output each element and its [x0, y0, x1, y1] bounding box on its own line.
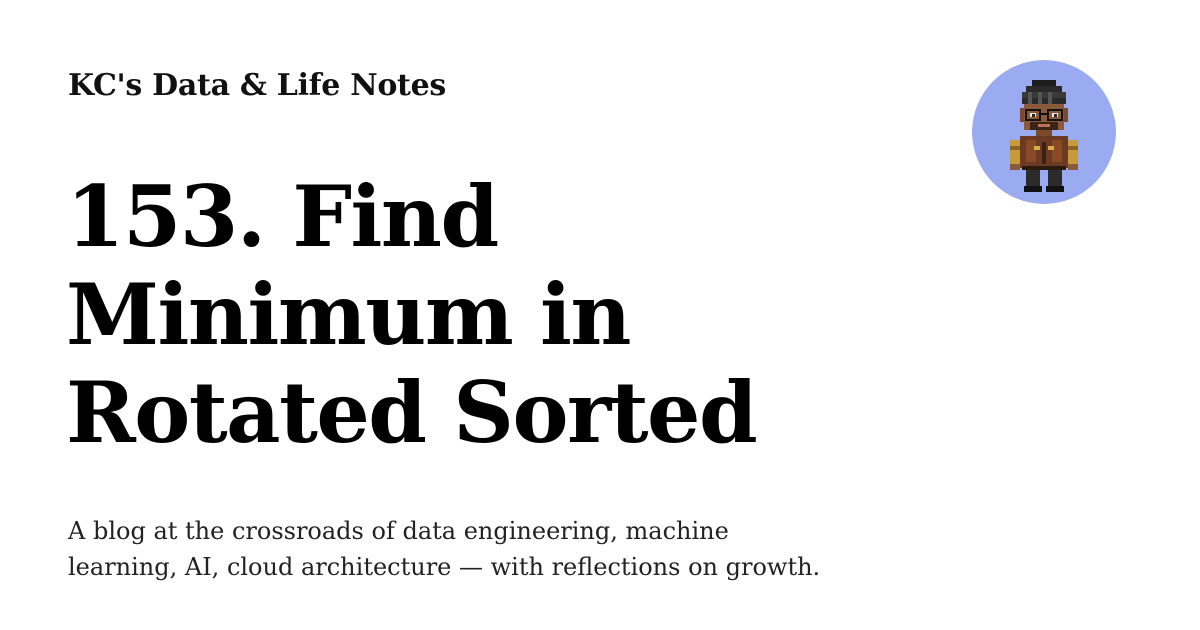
avatar: [972, 60, 1116, 204]
post-title: 153. Find Minimum in Rotated Sorted: [66, 168, 826, 462]
post-title-line: 153. Find: [66, 167, 499, 266]
blog-description-line: learning, AI, cloud architecture — with …: [68, 553, 821, 581]
blog-description: A blog at the crossroads of data enginee…: [68, 513, 928, 585]
post-title-line: Minimum in: [66, 265, 631, 364]
blog-description-line: A blog at the crossroads of data enginee…: [68, 517, 729, 545]
post-title-line: Rotated Sorted: [66, 363, 758, 462]
pixel-character-icon: [972, 60, 1116, 204]
site-name: KC's Data & Life Notes: [68, 68, 446, 103]
